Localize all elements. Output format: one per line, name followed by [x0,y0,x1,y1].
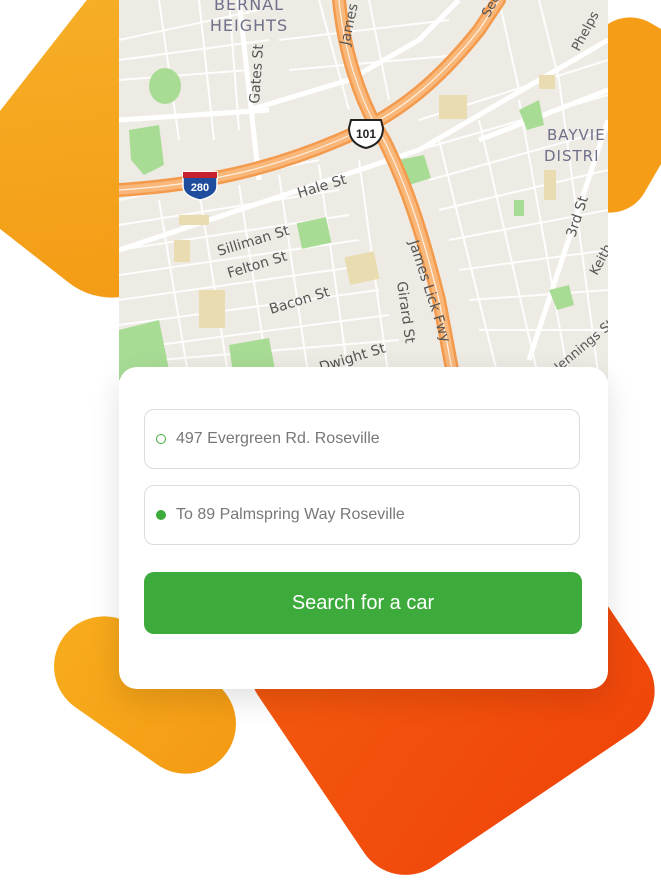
pickup-address: 497 Evergreen Rd. Roseville [176,430,380,447]
map-canvas: 101 280 BERNAL HEIGHTS Gates St James Se… [119,0,608,380]
i280-shield-icon: 280 [182,171,218,201]
map-view[interactable]: 101 280 BERNAL HEIGHTS Gates St James Se… [119,0,608,380]
map-label-heights: HEIGHTS [210,16,288,35]
ride-search-card: 497 Evergreen Rd. Roseville To 89 Palmsp… [119,367,608,689]
map-label-bernal: BERNAL [214,0,284,14]
map-label-bayview: BAYVIE [547,126,606,144]
pickup-field[interactable]: 497 Evergreen Rd. Roseville [144,409,580,469]
destination-field[interactable]: To 89 Palmspring Way Roseville [144,485,580,545]
pickup-dot-icon [156,434,166,444]
destination-address: To 89 Palmspring Way Roseville [176,506,405,523]
i280-shield-label: 280 [191,182,209,194]
destination-dot-icon [156,510,166,520]
search-car-button[interactable]: Search for a car [144,572,582,634]
map-label-district: DISTRI [544,147,600,165]
us101-shield-label: 101 [356,127,376,141]
